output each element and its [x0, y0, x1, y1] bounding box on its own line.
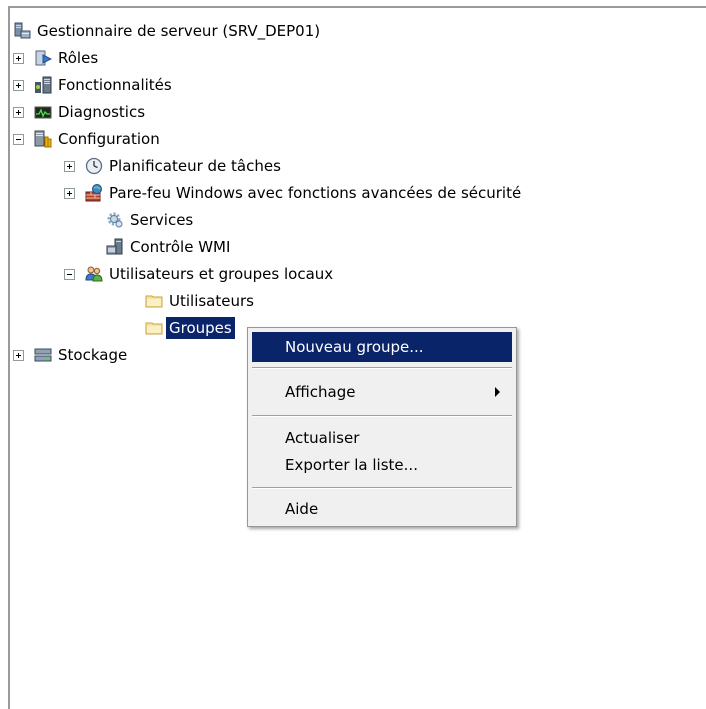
- tree-pane: Gestionnaire de serveur (SRV_DEP01) Rôle…: [0, 0, 706, 709]
- context-menu: Nouveau groupe... Affichage Actualiser E…: [247, 327, 517, 527]
- menu-item-new-group[interactable]: Nouveau groupe...: [252, 332, 512, 362]
- tree-node-label: Utilisateurs et groupes locaux: [109, 264, 334, 283]
- expand-storage-button[interactable]: [13, 350, 24, 361]
- menu-item-label: Nouveau groupe...: [285, 338, 424, 356]
- users-icon: [85, 265, 103, 283]
- tree-node-label: Services: [130, 210, 194, 229]
- menu-item-export-list[interactable]: Exporter la liste...: [252, 450, 512, 480]
- tree-node-configuration[interactable]: Configuration: [34, 125, 163, 152]
- diagnostics-icon: [34, 103, 52, 121]
- tree-node-label: Diagnostics: [58, 102, 146, 121]
- collapse-configuration-button[interactable]: [13, 134, 24, 145]
- expand-task-scheduler-button[interactable]: [64, 161, 75, 172]
- tree-node-label: Utilisateurs: [169, 291, 254, 310]
- menu-separator: [252, 415, 512, 417]
- tree-node-wmi[interactable]: Contrôle WMI: [106, 233, 233, 260]
- roles-icon: [34, 49, 52, 67]
- tree-node-features[interactable]: Fonctionnalités: [34, 71, 175, 98]
- configuration-icon: [34, 130, 52, 148]
- menu-item-refresh[interactable]: Actualiser: [252, 423, 512, 453]
- server-manager-icon: [13, 22, 31, 40]
- tree-node-label: Rôles: [58, 48, 99, 67]
- menu-separator: [252, 487, 512, 489]
- tree-node-groups[interactable]: Groupes: [145, 314, 235, 341]
- features-icon: [34, 76, 52, 94]
- tree-node-label: Gestionnaire de serveur (SRV_DEP01): [37, 21, 321, 40]
- tree-node-local-users-groups[interactable]: Utilisateurs et groupes locaux: [85, 260, 336, 287]
- tree-node-label: Fonctionnalités: [58, 75, 172, 94]
- folder-icon: [145, 319, 163, 337]
- tree-node-label: Groupes: [166, 316, 235, 339]
- tree-node-roles[interactable]: Rôles: [34, 44, 101, 71]
- storage-icon: [34, 346, 52, 364]
- tree-node-label: Pare-feu Windows avec fonctions avancées…: [109, 183, 522, 202]
- tree-node-diagnostics[interactable]: Diagnostics: [34, 98, 148, 125]
- tree-node-services[interactable]: Services: [106, 206, 196, 233]
- menu-item-label: Actualiser: [285, 429, 360, 447]
- collapse-local-users-groups-button[interactable]: [64, 269, 75, 280]
- expand-firewall-button[interactable]: [64, 188, 75, 199]
- folder-icon: [145, 292, 163, 310]
- tree-node-label: Planificateur de tâches: [109, 156, 281, 175]
- menu-item-label: Aide: [285, 500, 319, 518]
- tree-node-server-manager[interactable]: Gestionnaire de serveur (SRV_DEP01): [13, 17, 323, 44]
- menu-item-label: Exporter la liste...: [285, 456, 418, 474]
- submenu-arrow-icon: [495, 387, 500, 397]
- expand-diagnostics-button[interactable]: [13, 107, 24, 118]
- gear-icon: [106, 211, 124, 229]
- expand-roles-button[interactable]: [13, 53, 24, 64]
- tree-node-label: Contrôle WMI: [130, 237, 231, 256]
- tree-node-storage[interactable]: Stockage: [34, 341, 130, 368]
- tree-node-label: Configuration: [58, 129, 160, 148]
- wmi-icon: [106, 238, 124, 256]
- tree-node-label: Stockage: [58, 345, 128, 364]
- tree-node-firewall[interactable]: Pare-feu Windows avec fonctions avancées…: [85, 179, 524, 206]
- menu-separator: [252, 367, 512, 369]
- menu-item-help[interactable]: Aide: [252, 494, 512, 524]
- tree-node-users[interactable]: Utilisateurs: [145, 287, 257, 314]
- clock-icon: [85, 157, 103, 175]
- firewall-icon: [85, 183, 103, 202]
- menu-item-view[interactable]: Affichage: [252, 377, 512, 407]
- expand-features-button[interactable]: [13, 80, 24, 91]
- menu-item-label: Affichage: [285, 383, 356, 401]
- tree-node-task-scheduler[interactable]: Planificateur de tâches: [85, 152, 284, 179]
